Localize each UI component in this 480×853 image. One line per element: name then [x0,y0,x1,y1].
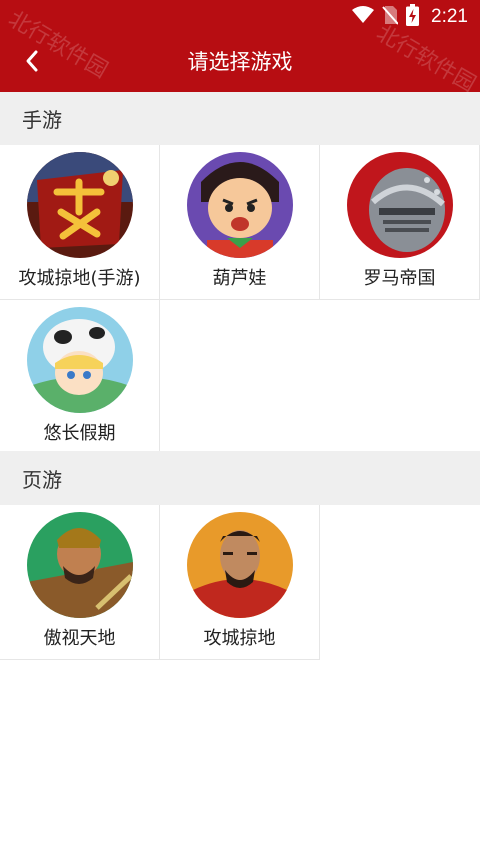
page-title: 请选择游戏 [187,50,293,74]
app-bar: 北行软件园 北行软件园 请选择游戏 [0,7,480,97]
game-item-gongchenglvedi[interactable]: 攻城掠地 [160,505,320,660]
game-item-youchangjiaqi[interactable]: 悠长假期 [0,300,160,455]
no-sim-icon [382,5,399,29]
mobile-games-grid: 攻城掠地(手游) 葫芦娃 罗马帝国 悠长假期 [0,145,480,455]
wifi-icon [352,5,375,28]
game-item-aoshitiandi[interactable]: 傲视天地 [0,505,160,660]
status-bar: 2:21 [0,0,480,33]
game-item-huluwa[interactable]: 葫芦娃 [160,145,320,300]
status-icons: 2:21 [352,0,468,33]
game-icon-luomadiguo [347,152,453,258]
game-icon-gongchenglvedi [187,512,293,618]
game-name: 罗马帝国 [363,268,436,289]
web-games-grid: 傲视天地 攻城掠地 [0,505,480,660]
game-name: 葫芦娃 [212,268,267,289]
game-name: 攻城掠地 [203,628,276,649]
game-icon-aoshitiandi [27,512,133,618]
game-name: 悠长假期 [43,423,116,444]
game-item-gongchenglvedi-mobile[interactable]: 攻城掠地(手游) [0,145,160,300]
battery-charging-icon [406,3,420,30]
game-icon-youchangjiaqi [27,307,133,413]
game-name: 攻城掠地(手游) [18,268,141,289]
game-icon-huluwa [187,152,293,258]
status-time: 2:21 [431,5,468,27]
game-item-luomadiguo[interactable]: 罗马帝国 [320,145,480,300]
section-header-web-games: 页游 [0,451,480,505]
section-header-mobile-games: 手游 [0,92,480,145]
game-icon-gongchenglvedi-mobile [27,152,133,258]
game-name: 傲视天地 [43,628,116,649]
